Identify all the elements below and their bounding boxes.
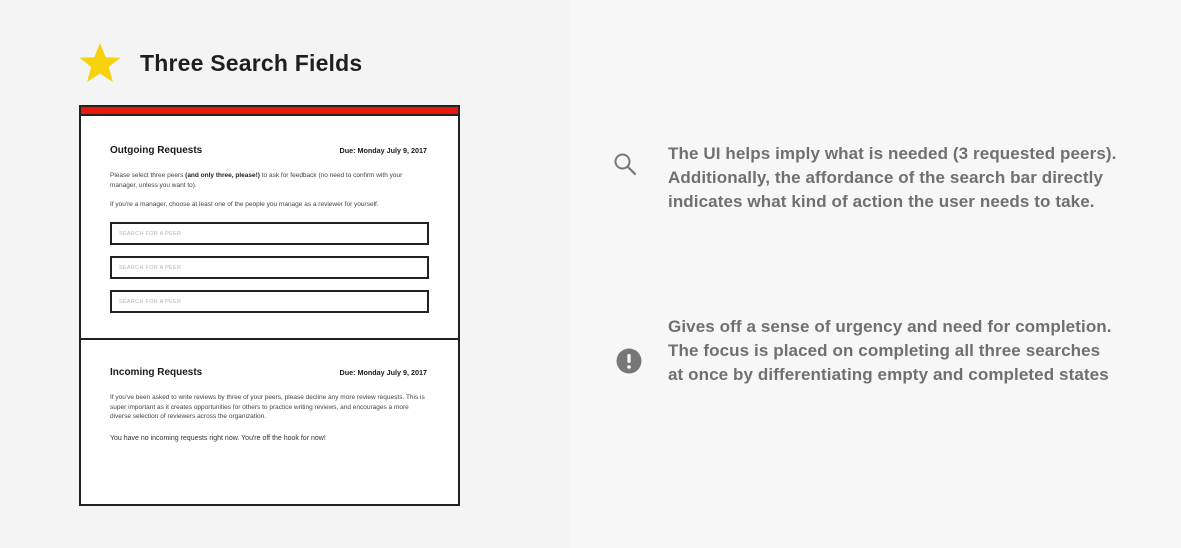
peer-search-input-2[interactable] <box>119 264 427 271</box>
peer-search-input-1[interactable] <box>119 230 427 237</box>
peer-search-field-1[interactable] <box>110 222 429 245</box>
top-accent-bar <box>81 107 458 116</box>
incoming-requests-section: Incoming Requests Due: Monday July 9, 20… <box>81 340 458 504</box>
outgoing-header: Outgoing Requests Due: Monday July 9, 20… <box>110 145 427 156</box>
outgoing-instructions: Please select three peers (and only thre… <box>110 171 425 190</box>
incoming-due-date: Due: Monday July 9, 2017 <box>339 368 427 377</box>
manager-note: If you're a manager, choose at least one… <box>110 201 379 208</box>
instruction-emphasis: (and only three, please!) <box>185 172 260 179</box>
exclamation-circle-icon <box>616 348 642 374</box>
peer-search-field-2[interactable] <box>110 256 429 279</box>
right-panel <box>570 0 1181 548</box>
search-icon <box>614 153 637 176</box>
note-search-affordance: The UI helps imply what is needed (3 req… <box>668 144 1117 211</box>
peer-search-input-3[interactable] <box>119 298 427 305</box>
page-title: Three Search Fields <box>140 49 363 76</box>
outgoing-title: Outgoing Requests <box>110 145 203 156</box>
incoming-title: Incoming Requests <box>110 367 203 378</box>
outgoing-requests-section: Outgoing Requests Due: Monday July 9, 20… <box>81 118 458 340</box>
incoming-header: Incoming Requests Due: Monday July 9, 20… <box>110 367 427 378</box>
incoming-empty-state: You have no incoming requests right now.… <box>110 435 326 442</box>
star-icon <box>79 43 121 82</box>
header: Three Search Fields <box>78 42 362 84</box>
feedback-form-mockup: Outgoing Requests Due: Monday July 9, 20… <box>79 105 460 506</box>
outgoing-due-date: Due: Monday July 9, 2017 <box>339 146 427 155</box>
instruction-text: Please select three peers <box>110 172 186 179</box>
incoming-instructions: If you've been asked to write reviews by… <box>110 394 425 420</box>
note-urgency: Gives off a sense of urgency and need fo… <box>668 317 1112 384</box>
peer-search-field-3[interactable] <box>110 290 429 313</box>
